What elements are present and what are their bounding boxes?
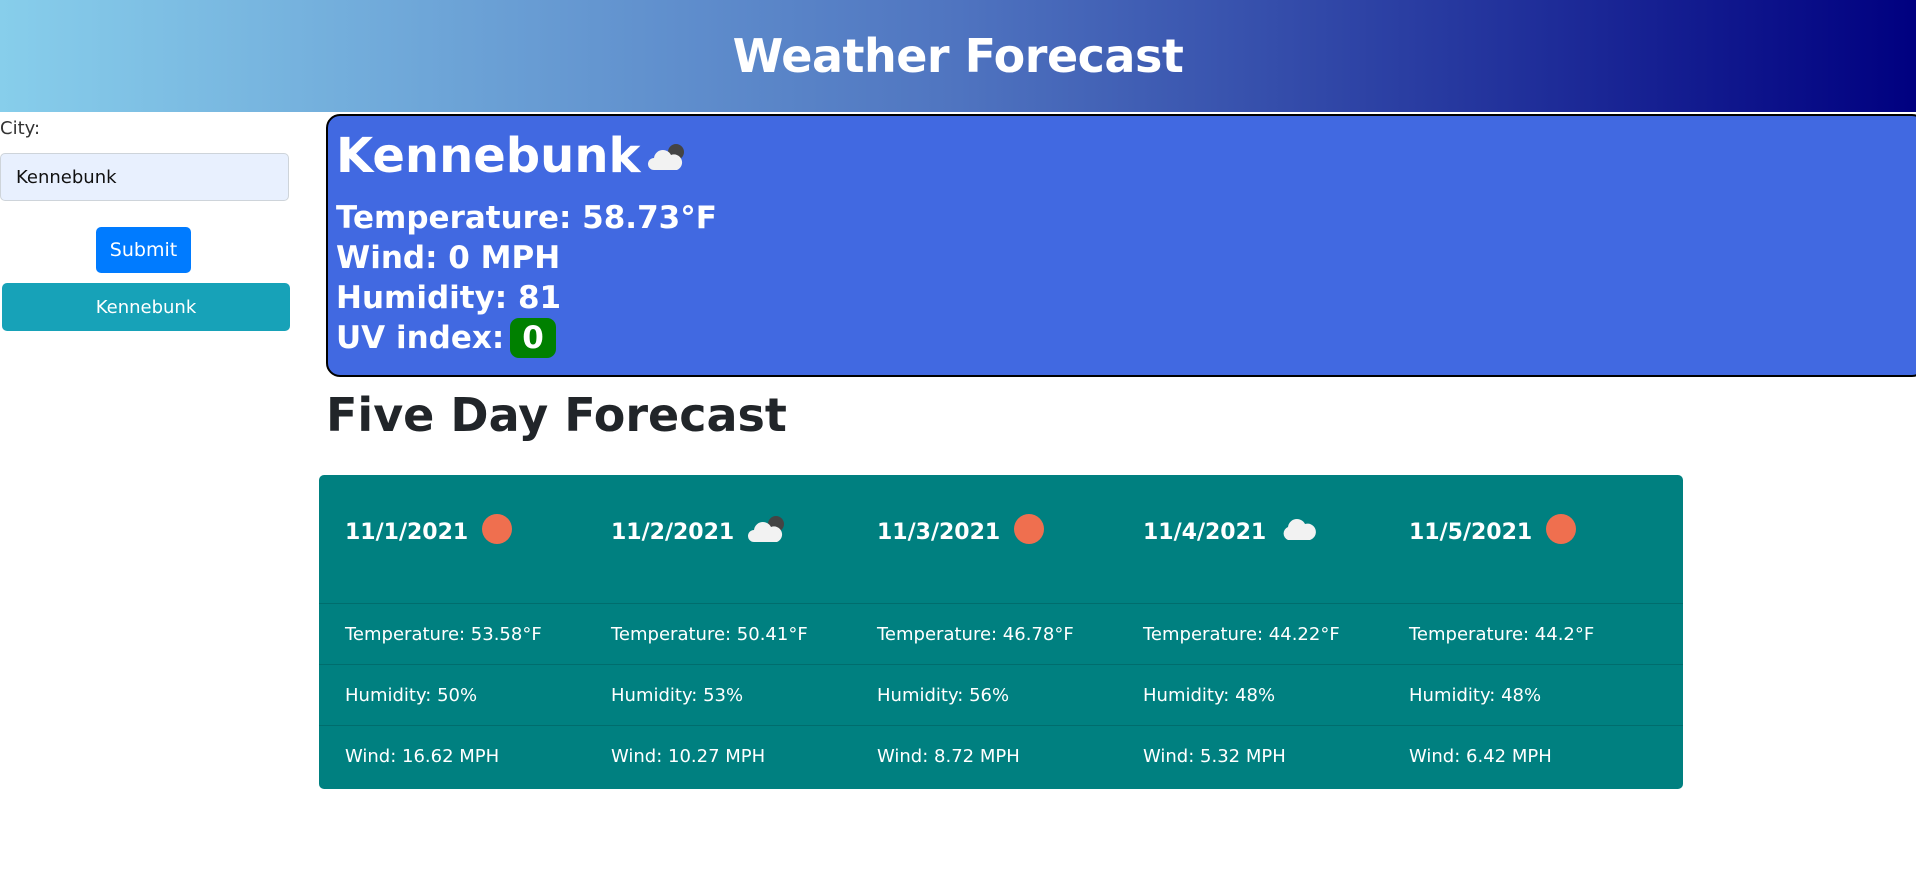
forecast-wind: Wind: 16.62 MPH: [345, 746, 500, 767]
cloud-icon: [1280, 516, 1317, 548]
forecast-card: 11/2/2021 Temperature: 50.41°F Humidity:…: [585, 475, 885, 789]
sun-icon: [1546, 514, 1577, 550]
forecast-humidity: Humidity: 50%: [319, 665, 619, 726]
uv-index-badge: 0: [510, 318, 556, 358]
forecast-date: 11/5/2021: [1409, 519, 1533, 545]
forecast-temperature: Temperature: 44.22°F: [1117, 604, 1417, 665]
forecast-wind: Wind: 8.72 MPH: [877, 746, 1020, 767]
forecast-card: 11/4/2021 Temperature: 44.22°F Humidity:…: [1117, 475, 1417, 789]
forecast-humidity: Humidity: 53%: [585, 665, 885, 726]
sidebar: City: Submit Kennebunk: [0, 114, 292, 331]
city-input[interactable]: [0, 153, 289, 201]
uv-label: UV index:: [336, 320, 505, 356]
app-title: Weather Forecast: [732, 29, 1184, 83]
forecast-temperature: Temperature: 53.58°F: [319, 604, 619, 665]
forecast-card: 11/1/2021 Temperature: 53.58°F Humidity:…: [319, 475, 619, 789]
forecast-temperature: Temperature: 50.41°F: [585, 604, 885, 665]
current-temperature: Temperature: 58.73°F: [336, 200, 717, 236]
forecast-wind: Wind: 10.27 MPH: [611, 746, 766, 767]
history-city-button[interactable]: Kennebunk: [2, 283, 290, 331]
forecast-date: 11/1/2021: [345, 519, 469, 545]
sun-icon: [1014, 514, 1045, 550]
current-humidity: Humidity: 81: [336, 280, 562, 316]
forecast-temperature: Temperature: 46.78°F: [851, 604, 1151, 665]
current-city-name: Kennebunk: [336, 128, 641, 184]
cloud-dark-icon: [748, 514, 788, 550]
cloud-dark-icon: [648, 128, 688, 184]
forecast-card: 11/5/2021 Temperature: 44.2°F Humidity: …: [1383, 475, 1683, 789]
forecast-humidity: Humidity: 48%: [1383, 665, 1683, 726]
sun-icon: [482, 514, 513, 550]
forecast-date: 11/4/2021: [1143, 519, 1267, 545]
current-wind: Wind: 0 MPH: [336, 240, 561, 276]
forecast-temperature: Temperature: 44.2°F: [1383, 604, 1683, 665]
page-header: Weather Forecast: [0, 0, 1916, 112]
forecast-humidity: Humidity: 56%: [851, 665, 1151, 726]
forecast-humidity: Humidity: 48%: [1117, 665, 1417, 726]
forecast-date: 11/3/2021: [877, 519, 1001, 545]
forecast-title: Five Day Forecast: [326, 388, 787, 442]
current-weather-panel: Kennebunk Temperature: 58.73°F Wind: 0 M…: [326, 114, 1916, 377]
forecast-wind: Wind: 6.42 MPH: [1409, 746, 1552, 767]
forecast-date: 11/2/2021: [611, 519, 735, 545]
forecast-card: 11/3/2021 Temperature: 46.78°F Humidity:…: [851, 475, 1151, 789]
forecast-wind: Wind: 5.32 MPH: [1143, 746, 1286, 767]
submit-button[interactable]: Submit: [96, 227, 191, 273]
city-label: City:: [0, 118, 41, 139]
